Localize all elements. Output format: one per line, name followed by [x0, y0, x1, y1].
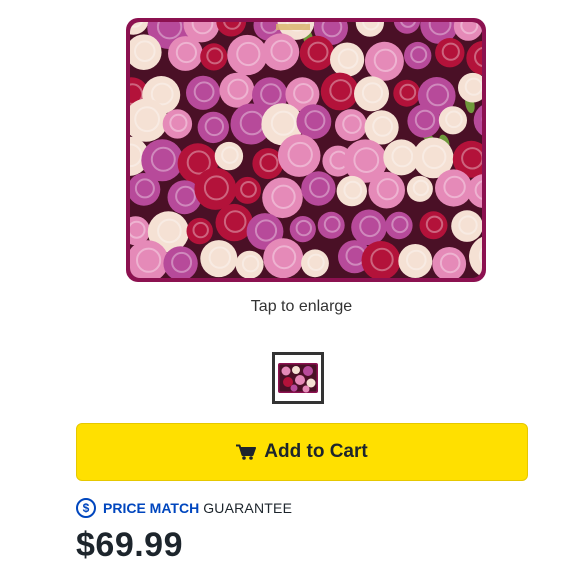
rose-motif	[330, 42, 365, 77]
rose-motif	[335, 109, 367, 142]
floral-laptop-sleeve-image	[126, 18, 486, 282]
cart-icon	[236, 444, 257, 460]
rose-motif	[186, 75, 221, 110]
rose-motif	[296, 104, 332, 139]
rose-motif	[262, 33, 300, 71]
rose-motif	[234, 176, 261, 204]
rose-motif	[227, 34, 268, 76]
rose-motif	[404, 41, 432, 70]
rose-motif	[398, 244, 433, 278]
rose-motif	[364, 110, 399, 145]
guarantee-label: GUARANTEE	[203, 500, 293, 516]
rose-motif	[219, 72, 255, 108]
rose-motif	[130, 34, 162, 70]
rose-motif	[200, 240, 238, 278]
rose-motif	[451, 210, 482, 242]
rose-motif	[168, 36, 203, 71]
rose-motif	[130, 173, 161, 206]
rose-motif	[289, 216, 316, 243]
add-to-cart-label: Add to Cart	[264, 441, 368, 462]
rose-motif	[419, 211, 448, 240]
rose-motif	[197, 111, 229, 144]
rose-motif	[320, 72, 359, 111]
dollar-circle-icon: $	[76, 498, 96, 518]
rose-motif	[194, 167, 237, 210]
image-thumbnail[interactable]	[272, 352, 324, 404]
rose-motif	[407, 104, 441, 138]
rose-motif	[432, 247, 467, 278]
tap-to-enlarge-label: Tap to enlarge	[250, 298, 353, 315]
add-to-cart-button[interactable]: Add to Cart	[76, 423, 528, 481]
rose-motif	[364, 41, 404, 81]
rose-motif	[301, 171, 336, 206]
rose-motif	[262, 177, 303, 219]
rose-motif	[130, 98, 168, 142]
rose-motif	[435, 169, 473, 207]
rose-motif	[435, 38, 465, 68]
price-match-label: PRICE MATCH	[103, 500, 200, 516]
rose-motif	[200, 43, 228, 71]
product-price: $69.99	[76, 526, 183, 564]
rose-motif	[317, 211, 345, 239]
rose-motif	[368, 171, 405, 209]
rose-motif	[361, 241, 401, 278]
rose-motif	[235, 250, 264, 278]
rose-motif	[163, 246, 198, 278]
product-image[interactable]	[126, 18, 486, 282]
rose-motif	[393, 79, 421, 107]
rose-motif	[301, 249, 329, 278]
rose-motif	[299, 35, 335, 71]
price-match-guarantee[interactable]: $ PRICE MATCH GUARANTEE	[76, 496, 292, 520]
rose-motif	[336, 175, 367, 207]
rose-motif	[351, 209, 387, 246]
thumbnail-image	[278, 363, 318, 393]
rose-motif	[214, 141, 244, 171]
rose-motif	[263, 238, 304, 278]
rose-motif	[186, 217, 213, 245]
rose-motif	[438, 106, 467, 135]
rose-motif	[385, 211, 413, 240]
rose-motif	[162, 109, 193, 139]
rose-motif	[277, 134, 321, 177]
rose-motif	[354, 76, 389, 112]
